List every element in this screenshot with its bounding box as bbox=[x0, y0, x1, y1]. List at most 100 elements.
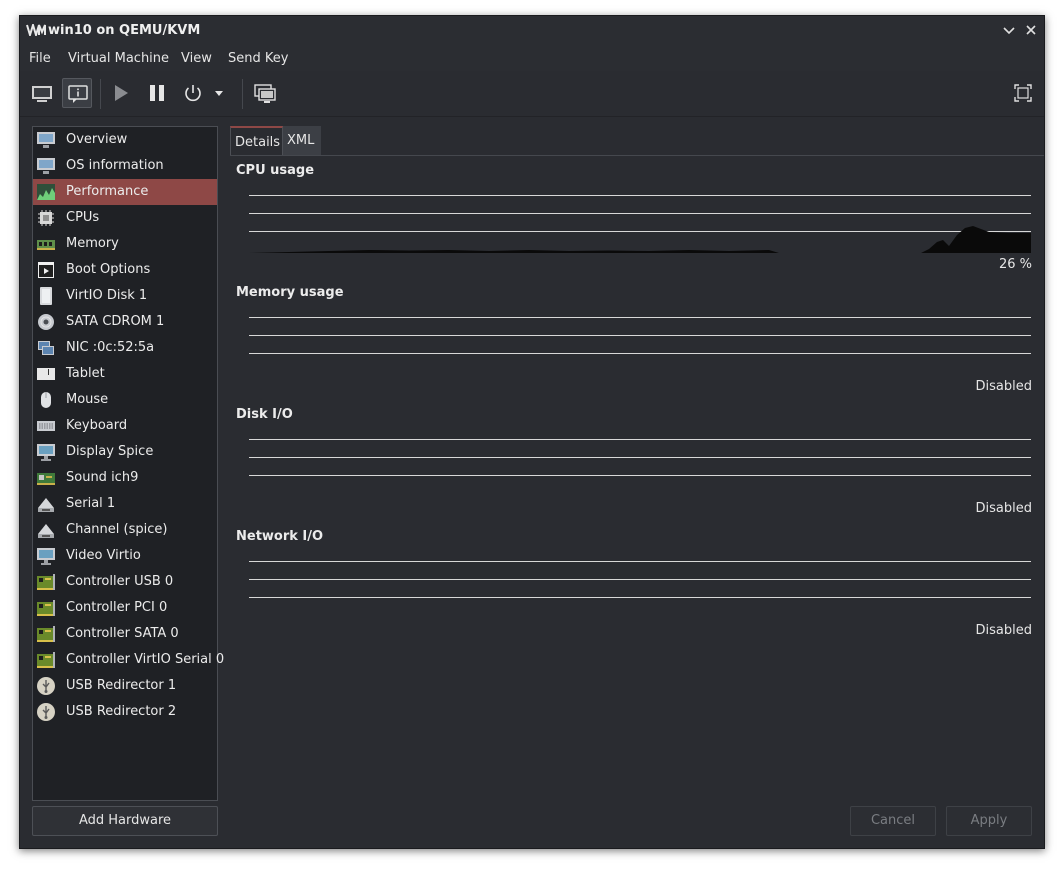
sidebar-item-usb-redirector-2[interactable]: USB Redirector 2 bbox=[33, 699, 217, 725]
disk-io-value: Disabled bbox=[975, 501, 1032, 516]
title-bar: win10 on QEMU/KVM bbox=[20, 16, 1044, 45]
sidebar-item-label: USB Redirector 1 bbox=[66, 678, 177, 693]
sidebar-item-controller-pci-0[interactable]: Controller PCI 0 bbox=[33, 595, 217, 621]
menu-send-key[interactable]: Send Key bbox=[228, 51, 288, 66]
cpu-usage-title: CPU usage bbox=[236, 163, 315, 178]
sidebar-item-controller-virtio-serial-0[interactable]: Controller VirtIO Serial 0 bbox=[33, 647, 224, 673]
cpu-chip-icon bbox=[38, 210, 54, 226]
sidebar-item-boot-options[interactable]: Boot Options bbox=[33, 257, 217, 283]
display-icon bbox=[37, 548, 55, 565]
sidebar-item-controller-usb-0[interactable]: Controller USB 0 bbox=[33, 569, 217, 595]
shutdown-button[interactable] bbox=[178, 78, 208, 108]
network-card-icon bbox=[38, 341, 54, 355]
sidebar-item-tablet[interactable]: Tablet bbox=[33, 361, 217, 387]
sidebar-item-label: Serial 1 bbox=[66, 496, 116, 511]
boot-window-icon bbox=[38, 262, 54, 278]
run-button[interactable] bbox=[106, 78, 136, 108]
network-io-title: Network I/O bbox=[236, 529, 324, 544]
cpu-usage-value: 26 % bbox=[998, 257, 1032, 272]
sidebar-item-keyboard[interactable]: Keyboard bbox=[33, 413, 217, 439]
sidebar-item-label: Channel (spice) bbox=[66, 522, 168, 537]
shutdown-menu-button[interactable] bbox=[212, 78, 226, 108]
cpu-usage-sparkline bbox=[249, 226, 1031, 253]
menu-file[interactable]: File bbox=[29, 51, 51, 66]
sidebar-item-label: VirtIO Disk 1 bbox=[66, 288, 148, 303]
sidebar-item-performance[interactable]: Performance bbox=[33, 179, 217, 205]
pause-icon bbox=[150, 85, 164, 101]
menu-virtual-machine[interactable]: Virtual Machine bbox=[68, 51, 169, 66]
show-details-button[interactable] bbox=[62, 78, 92, 108]
sidebar-item-channel-spice[interactable]: Channel (spice) bbox=[33, 517, 217, 543]
memory-usage-title: Memory usage bbox=[236, 285, 344, 300]
controller-card-icon bbox=[37, 600, 55, 616]
sidebar-item-label: Controller PCI 0 bbox=[66, 600, 168, 615]
sidebar-item-label: Keyboard bbox=[66, 418, 128, 433]
close-icon[interactable] bbox=[1022, 21, 1040, 39]
sidebar-item-label: Memory bbox=[66, 236, 119, 251]
apply-button[interactable]: Apply bbox=[946, 806, 1032, 836]
window-menu-chevron-icon[interactable] bbox=[1000, 21, 1018, 39]
sidebar-item-label: Controller VirtIO Serial 0 bbox=[66, 652, 225, 667]
sidebar-item-mouse[interactable]: Mouse bbox=[33, 387, 217, 413]
snapshot-icon bbox=[254, 84, 276, 103]
dropdown-arrow-icon bbox=[215, 91, 223, 96]
sidebar-item-cpus[interactable]: CPUs bbox=[33, 205, 217, 231]
info-bubble-icon bbox=[68, 85, 88, 103]
sidebar-item-nic-0c-52-5a[interactable]: NIC :0c:52:5a bbox=[33, 335, 217, 361]
sidebar-item-label: Video Virtio bbox=[66, 548, 141, 563]
sidebar-item-label: Boot Options bbox=[66, 262, 151, 277]
mouse-icon bbox=[41, 392, 51, 408]
sidebar-item-usb-redirector-1[interactable]: USB Redirector 1 bbox=[33, 673, 217, 699]
fullscreen-button[interactable] bbox=[1008, 78, 1038, 108]
sidebar-item-label: NIC :0c:52:5a bbox=[66, 340, 155, 355]
sidebar-item-label: Mouse bbox=[66, 392, 109, 407]
sidebar-item-virtio-disk-1[interactable]: VirtIO Disk 1 bbox=[33, 283, 217, 309]
network-io-value: Disabled bbox=[975, 623, 1032, 638]
disk-io-title: Disk I/O bbox=[236, 407, 293, 422]
hardware-list: Overview OS information Performance CPUs Mem… bbox=[32, 126, 224, 801]
sound-card-icon bbox=[37, 473, 55, 485]
power-icon bbox=[185, 85, 201, 102]
sidebar-item-label: Performance bbox=[66, 184, 149, 199]
add-hardware-button[interactable]: Add Hardware bbox=[32, 806, 218, 836]
show-console-button[interactable] bbox=[27, 78, 57, 108]
main-window: win10 on QEMU/KVM File Virtual Machine V… bbox=[19, 15, 1045, 849]
menu-bar: File Virtual Machine View Send Key bbox=[20, 45, 1044, 71]
usb-icon bbox=[37, 703, 55, 721]
sidebar-item-video-virtio[interactable]: Video Virtio bbox=[33, 543, 217, 569]
memory-module-icon bbox=[37, 240, 55, 250]
controller-card-icon bbox=[37, 574, 55, 590]
cancel-button[interactable]: Cancel bbox=[850, 806, 936, 836]
performance-graph-icon bbox=[37, 184, 55, 200]
tablet-icon bbox=[37, 368, 55, 380]
memory-usage-value: Disabled bbox=[975, 379, 1032, 394]
sidebar-item-label: Controller USB 0 bbox=[66, 574, 174, 589]
sidebar-item-controller-sata-0[interactable]: Controller SATA 0 bbox=[33, 621, 217, 647]
sidebar-item-label: Overview bbox=[66, 132, 128, 147]
snapshots-button[interactable] bbox=[250, 78, 280, 108]
display-icon bbox=[37, 444, 55, 461]
menu-view[interactable]: View bbox=[181, 51, 212, 66]
sidebar-item-sata-cdrom-1[interactable]: SATA CDROM 1 bbox=[33, 309, 217, 335]
sidebar-item-sound-ich9[interactable]: Sound ich9 bbox=[33, 465, 217, 491]
monitor-icon bbox=[32, 86, 52, 102]
fullscreen-icon bbox=[1014, 84, 1032, 102]
monitor-icon bbox=[37, 158, 55, 174]
sidebar-item-label: Controller SATA 0 bbox=[66, 626, 179, 641]
sidebar-item-os-information[interactable]: OS information bbox=[33, 153, 217, 179]
sidebar-item-memory[interactable]: Memory bbox=[33, 231, 217, 257]
sidebar-item-label: USB Redirector 2 bbox=[66, 704, 177, 719]
sidebar-item-label: Display Spice bbox=[66, 444, 154, 459]
sidebar-item-display-spice[interactable]: Display Spice bbox=[33, 439, 217, 465]
virt-manager-logo-icon bbox=[26, 24, 46, 36]
sidebar-item-label: OS information bbox=[66, 158, 164, 173]
pause-button[interactable] bbox=[142, 78, 172, 108]
tab-xml[interactable]: XML bbox=[283, 126, 321, 155]
serial-port-icon bbox=[38, 498, 54, 512]
controller-card-icon bbox=[37, 652, 55, 668]
sidebar-item-label: SATA CDROM 1 bbox=[66, 314, 165, 329]
sidebar-item-overview[interactable]: Overview bbox=[33, 127, 217, 153]
window-title: win10 on QEMU/KVM bbox=[48, 23, 201, 38]
tab-details[interactable]: Details bbox=[230, 126, 283, 155]
sidebar-item-serial-1[interactable]: Serial 1 bbox=[33, 491, 217, 517]
